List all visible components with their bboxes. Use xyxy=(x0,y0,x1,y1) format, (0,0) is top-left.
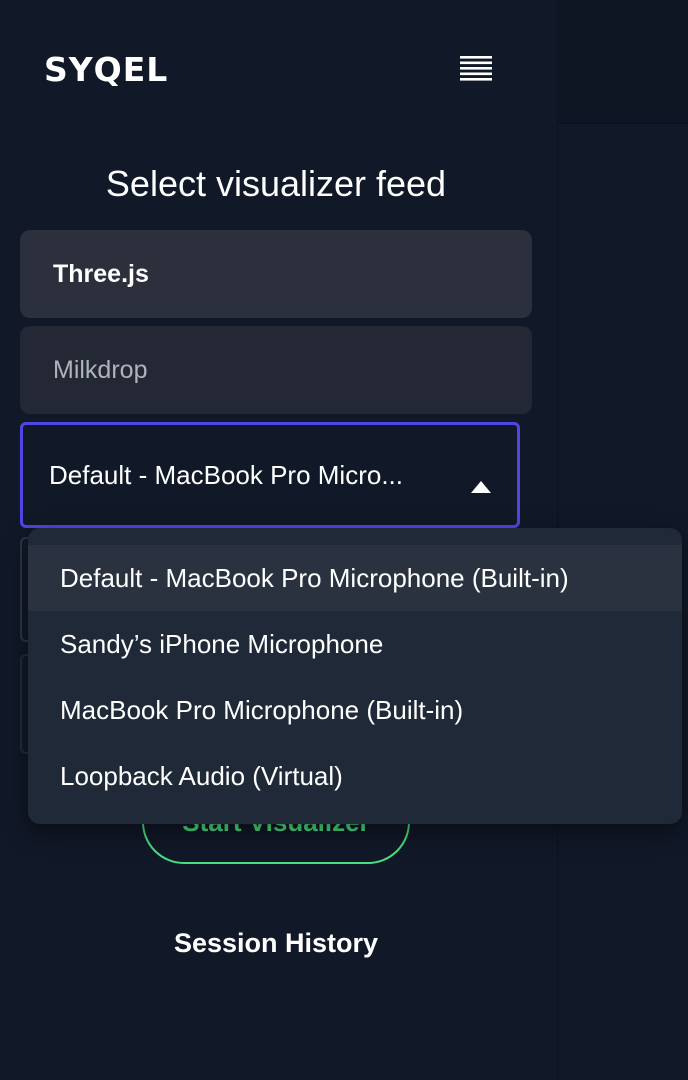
feed-option-milkdrop[interactable]: Milkdrop xyxy=(20,326,532,414)
audio-input-option-label: Default - MacBook Pro Microphone (Built-… xyxy=(60,562,569,593)
audio-input-option-label: Sandy’s iPhone Microphone xyxy=(60,628,384,659)
audio-input-dropdown-menu: Default - MacBook Pro Microphone (Built-… xyxy=(28,528,682,824)
audio-input-select[interactable]: Default - MacBook Pro Micro... xyxy=(20,422,520,528)
session-history-title: Session History xyxy=(173,928,379,958)
audio-input-option[interactable]: MacBook Pro Microphone (Built-in) xyxy=(28,677,682,743)
feed-option-threejs[interactable]: Three.js xyxy=(20,230,532,318)
audio-input-option[interactable]: Loopback Audio (Virtual) xyxy=(28,743,682,809)
audio-input-selected-value: Default - MacBook Pro Micro... xyxy=(49,459,403,490)
audio-input-option[interactable]: Default - MacBook Pro Microphone (Built-… xyxy=(28,545,682,611)
audio-input-option[interactable]: Sandy’s iPhone Microphone xyxy=(28,611,682,677)
app-root: SYQEL Select visualizer feed Three.js Mi… xyxy=(0,0,688,1080)
caret-up-icon xyxy=(471,469,491,493)
hamburger-menu-icon[interactable] xyxy=(460,55,492,81)
brand-logo: SYQEL xyxy=(44,50,169,89)
audio-input-option-label: MacBook Pro Microphone (Built-in) xyxy=(60,694,464,725)
audio-input-option-label: Loopback Audio (Virtual) xyxy=(60,760,343,791)
main-header-bar xyxy=(558,0,688,124)
feed-selector-title: Select visualizer feed xyxy=(105,163,447,204)
feed-option-label: Milkdrop xyxy=(53,355,148,384)
feed-option-label: Three.js xyxy=(53,259,149,288)
